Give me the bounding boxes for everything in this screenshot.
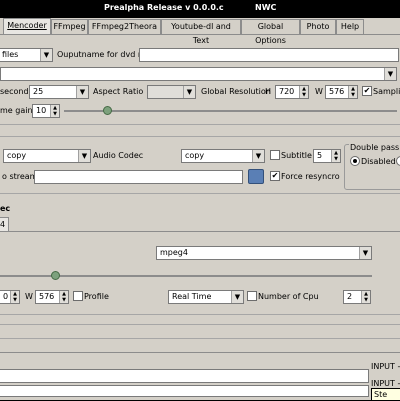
height-spinner[interactable]: 720 ▲ ▼ <box>275 85 309 99</box>
tab-ffmpeg2theora[interactable]: FFmpeg2Theora <box>88 19 161 34</box>
chevron-down-icon: ▼ <box>78 150 90 162</box>
gain-spinner[interactable]: 10 ▲ ▼ <box>32 104 60 118</box>
global-resolution-label: Global Resolution <box>201 87 271 96</box>
save-icon[interactable] <box>248 169 264 184</box>
height-label: H <box>265 87 272 96</box>
subtitle-spinner[interactable]: 5 ▲ ▼ <box>313 149 341 163</box>
enabled-radio[interactable] <box>396 156 400 166</box>
tab-ffmpeg[interactable]: FFmpeg <box>51 19 88 34</box>
width-label: W <box>315 87 323 96</box>
bitrate-slider-knob[interactable] <box>51 271 60 280</box>
status-tooltip: Ste <box>371 388 400 401</box>
tab-youtube-dl[interactable]: Youtube-dl and Text <box>161 19 241 45</box>
video-height-spinner[interactable]: 0 ▲ ▼ <box>0 290 20 304</box>
command-output-field[interactable] <box>0 369 369 383</box>
chevron-down-icon: ▼ <box>231 291 243 303</box>
chevron-down-icon: ▼ <box>359 247 371 259</box>
video-width-label: W <box>25 292 33 301</box>
divider <box>0 338 400 339</box>
audio-codec-label: Audio Codec <box>93 151 144 160</box>
input-label-2: INPUT -c <box>371 379 400 388</box>
divider <box>0 314 400 315</box>
cpu-checkbox[interactable] <box>247 291 257 301</box>
command-output-field-2[interactable] <box>0 385 369 397</box>
title-bar: Prealpha Release v 0.0.0.c NWC <box>0 0 400 18</box>
aspect-ratio-label: Aspect Ratio <box>93 87 144 96</box>
divider <box>0 231 400 232</box>
divider <box>0 136 400 137</box>
outputname-field[interactable] <box>139 48 399 62</box>
sampling-checkbox[interactable]: ✔ <box>362 86 372 96</box>
force-resync-label: Force resyncro <box>281 172 340 181</box>
gain-slider-knob[interactable] <box>103 106 112 115</box>
disabled-radio[interactable] <box>350 156 360 166</box>
cpu-label: Number of Cpu <box>258 292 319 301</box>
chevron-down-icon: ▼ <box>76 86 88 98</box>
subtab-4[interactable]: 4 <box>0 217 9 232</box>
subtitle-checkbox[interactable] <box>270 150 280 160</box>
outputname-label: Ouputname for dvd rip <box>57 50 149 59</box>
stream-label: o stream <box>2 172 38 181</box>
video-codec-combo[interactable]: copy ▼ <box>3 149 91 163</box>
double-pass-label: Double pass <box>349 143 400 152</box>
video-codec-select[interactable]: mpeg4 ▼ <box>156 246 372 260</box>
divider <box>0 193 400 194</box>
video-width-spinner[interactable]: 576 ▲ ▼ <box>35 290 69 304</box>
divider <box>0 352 400 353</box>
main-window: Mencoder FFmpeg FFmpeg2Theora Youtube-dl… <box>0 18 400 401</box>
chevron-down-icon: ▼ <box>252 150 264 162</box>
gain-slider[interactable] <box>64 110 397 112</box>
divider <box>0 124 400 125</box>
codec-section-heading: ec <box>0 204 11 213</box>
profile-label: Profile <box>84 292 109 301</box>
sampling-label: Samplin <box>373 87 400 96</box>
fps-combo[interactable]: 25 ▼ <box>29 85 89 99</box>
divider <box>0 324 400 325</box>
width-spinner[interactable]: 576 ▲ ▼ <box>325 85 358 99</box>
profile-checkbox[interactable] <box>73 291 83 301</box>
aspect-ratio-combo[interactable]: ▼ <box>147 85 196 99</box>
input-label-1: INPUT -c <box>371 362 400 371</box>
fps-label: second <box>0 87 29 96</box>
chevron-down-icon: ▼ <box>183 86 195 98</box>
tab-divider <box>0 34 400 35</box>
files-combo[interactable]: files ▼ <box>0 48 53 62</box>
tab-mencoder[interactable]: Mencoder <box>3 18 51 35</box>
tab-photo[interactable]: Photo <box>300 19 336 34</box>
preset-combo[interactable]: Real Time ▼ <box>168 290 244 304</box>
disabled-label: Disabled <box>361 157 396 166</box>
tab-help[interactable]: Help <box>336 19 364 34</box>
chevron-down-icon: ▼ <box>40 49 52 61</box>
chevron-down-icon: ▼ <box>384 68 396 80</box>
audio-codec-combo[interactable]: copy ▼ <box>181 149 265 163</box>
tab-global-options[interactable]: Global Options <box>241 19 300 45</box>
source-combo[interactable]: ▼ <box>0 67 397 81</box>
gain-label: me gain <box>0 106 33 115</box>
subtitle-label: Subtitle <box>281 151 312 160</box>
force-resync-checkbox[interactable]: ✔ <box>270 171 280 181</box>
window-subtitle: NWC <box>255 3 277 12</box>
cpu-spinner[interactable]: 2 ▲ ▼ <box>343 290 371 304</box>
window-title: Prealpha Release v 0.0.0.c <box>104 3 224 12</box>
stream-field[interactable] <box>34 170 243 184</box>
